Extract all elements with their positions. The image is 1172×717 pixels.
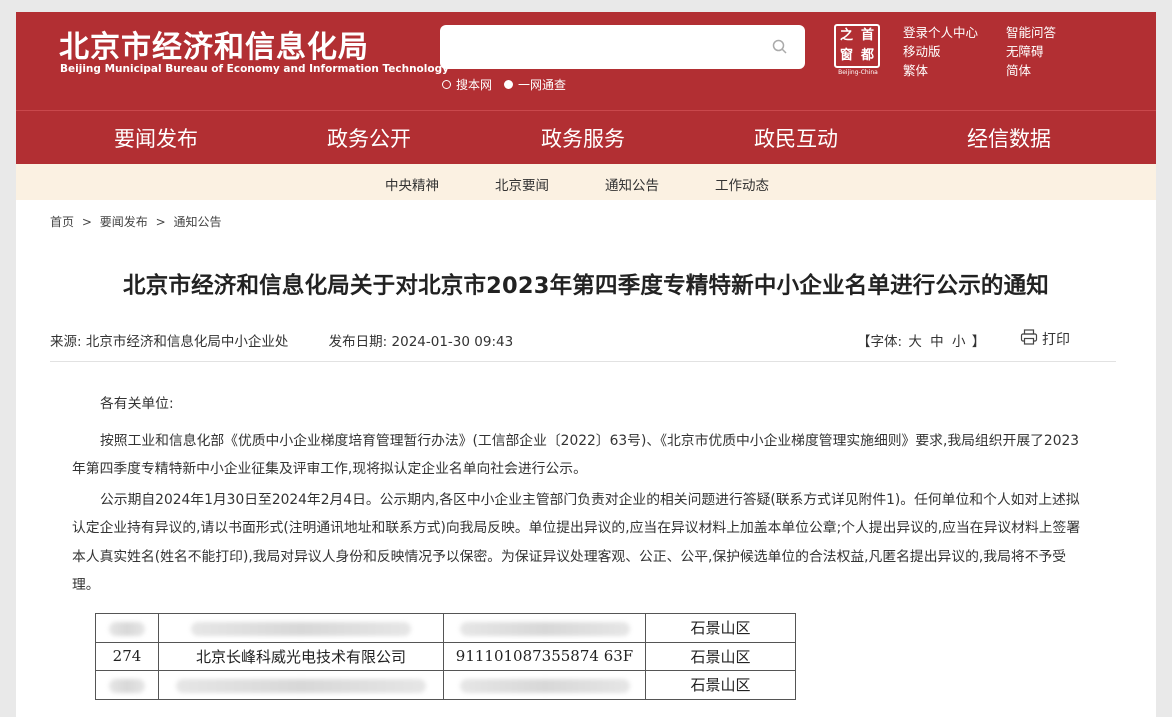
table-cell-district: 石景山区 bbox=[645, 613, 796, 643]
smart-qa-link[interactable]: 智能问答 bbox=[1006, 23, 1056, 42]
printer-icon bbox=[1020, 328, 1038, 350]
breadcrumb-home[interactable]: 首页 bbox=[50, 215, 74, 229]
meta-divider bbox=[50, 361, 1116, 362]
search-input[interactable] bbox=[452, 33, 762, 61]
table-cell-code bbox=[443, 670, 646, 700]
subnav-central-spirit[interactable]: 中央精神 bbox=[385, 174, 439, 194]
nav-public-interaction[interactable]: 政民互动 bbox=[754, 123, 838, 153]
font-size-medium[interactable]: 中 bbox=[930, 334, 944, 350]
mobile-version-link[interactable]: 移动版 bbox=[903, 42, 978, 61]
breadcrumb-notices[interactable]: 通知公告 bbox=[173, 215, 221, 229]
breadcrumb-news-release[interactable]: 要闻发布 bbox=[100, 215, 148, 229]
breadcrumb: 首页 > 要闻发布 > 通知公告 bbox=[50, 213, 225, 230]
search-box bbox=[440, 25, 805, 69]
paragraph: 按照工业和信息化部《优质中小企业梯度培育管理暂行办法》(工信部企业〔2022〕6… bbox=[72, 432, 1080, 478]
redacted-blur bbox=[176, 678, 426, 693]
table-cell-name bbox=[158, 613, 444, 643]
accessibility-link[interactable]: 无障碍 bbox=[1006, 42, 1056, 61]
search-scope-site-label: 搜本网 bbox=[456, 78, 493, 92]
page: 北京市经济和信息化局 Beijing Municipal Bureau of E… bbox=[16, 12, 1156, 717]
nav-government-affairs[interactable]: 政务公开 bbox=[327, 123, 411, 153]
print-label: 打印 bbox=[1042, 332, 1070, 348]
article-body: 各有关单位: 按照工业和信息化部《优质中小企业梯度培育管理暂行办法》(工信部企业… bbox=[72, 390, 1092, 602]
site-header: 北京市经济和信息化局 Beijing Municipal Bureau of E… bbox=[16, 12, 1156, 110]
redacted-blur bbox=[109, 621, 145, 636]
redacted-blur bbox=[191, 621, 411, 636]
site-logo-subtitle: Beijing Municipal Bureau of Economy and … bbox=[60, 63, 449, 75]
print-button[interactable]: 打印 bbox=[1020, 328, 1070, 350]
traditional-chinese-link[interactable]: 繁体 bbox=[903, 61, 978, 80]
table-cell-district: 石景山区 bbox=[645, 670, 796, 700]
breadcrumb-separator: > bbox=[155, 215, 166, 229]
publish-date-label: 发布日期: bbox=[328, 334, 388, 350]
redacted-blur bbox=[459, 621, 630, 636]
publish-date-value: 2024-01-30 09:43 bbox=[391, 334, 514, 350]
table-cell-district: 石景山区 bbox=[645, 641, 796, 671]
login-link[interactable]: 登录个人中心 bbox=[903, 23, 978, 42]
nav-economic-data[interactable]: 经信数据 bbox=[967, 123, 1051, 153]
simplified-chinese-link[interactable]: 简体 bbox=[1006, 61, 1056, 80]
top-links-left: 登录个人中心 移动版 繁体 bbox=[903, 23, 978, 80]
font-size-switcher: 【字体: 大 中 小 】 bbox=[857, 330, 985, 350]
table-row: 石景山区 bbox=[95, 613, 796, 643]
nav-news-release[interactable]: 要闻发布 bbox=[112, 123, 200, 167]
table-cell-code: 911101087355874 63F bbox=[443, 641, 646, 671]
table-cell-no bbox=[95, 670, 159, 700]
table-row: 石景山区 bbox=[95, 670, 796, 700]
redacted-blur bbox=[459, 678, 630, 693]
nav-government-services[interactable]: 政务服务 bbox=[541, 123, 625, 153]
font-size-small[interactable]: 小 bbox=[952, 334, 966, 350]
search-scope-all[interactable]: 一网通查 bbox=[504, 76, 566, 93]
font-size-bracket: 】 bbox=[971, 334, 986, 350]
subnav-beijing-news[interactable]: 北京要闻 bbox=[495, 174, 549, 194]
table-cell-name: 北京长峰科威光电技术有限公司 bbox=[158, 641, 444, 671]
salutation: 各有关单位: bbox=[100, 396, 174, 412]
source-label: 来源: bbox=[50, 334, 82, 350]
table-cell-name bbox=[158, 670, 444, 700]
table-cell-no bbox=[95, 613, 159, 643]
font-size-label: 【字体: bbox=[857, 334, 903, 350]
radio-selected-icon bbox=[504, 80, 514, 89]
table-cell-code bbox=[443, 613, 646, 643]
paragraph: 公示期自2024年1月30日至2024年2月4日。公示期内,各区中小企业主管部门… bbox=[72, 491, 1081, 594]
redacted-blur bbox=[109, 678, 145, 693]
radio-unselected-icon bbox=[442, 80, 451, 89]
table-cell-no: 274 bbox=[95, 641, 159, 671]
sub-navigation: 中央精神 北京要闻 通知公告 工作动态 bbox=[16, 164, 1156, 200]
source-value: 北京市经济和信息化局中小企业处 bbox=[85, 334, 289, 350]
breadcrumb-separator: > bbox=[81, 215, 92, 229]
font-size-large[interactable]: 大 bbox=[908, 334, 922, 350]
table-row: 274 北京长峰科威光电技术有限公司 911101087355874 63F 石… bbox=[95, 641, 796, 671]
site-logo-title[interactable]: 北京市经济和信息化局 bbox=[59, 22, 369, 66]
search-scope-options: 搜本网 一网通查 bbox=[442, 76, 566, 93]
search-scope-all-label: 一网通查 bbox=[518, 78, 567, 92]
article-meta: 来源: 北京市经济和信息化局中小企业处 发布日期: 2024-01-30 09:… bbox=[50, 330, 513, 350]
main-navigation: 要闻发布 政务公开 政务服务 政民互动 经信数据 bbox=[16, 110, 1156, 167]
enterprise-list-table: 石景山区 274 北京长峰科威光电技术有限公司 911101087355874 … bbox=[95, 613, 796, 700]
subnav-work-updates[interactable]: 工作动态 bbox=[715, 174, 769, 194]
capital-window-seal-logo[interactable]: 之 首 窗 都 Beijing-China bbox=[834, 24, 882, 76]
search-icon[interactable] bbox=[771, 38, 789, 56]
subnav-notices[interactable]: 通知公告 bbox=[605, 174, 659, 194]
top-links-right: 智能问答 无障碍 简体 bbox=[1006, 23, 1056, 80]
search-scope-site[interactable]: 搜本网 bbox=[442, 76, 492, 93]
article-title: 北京市经济和信息化局关于对北京市2023年第四季度专精特新中小企业名单进行公示的… bbox=[122, 273, 1050, 299]
